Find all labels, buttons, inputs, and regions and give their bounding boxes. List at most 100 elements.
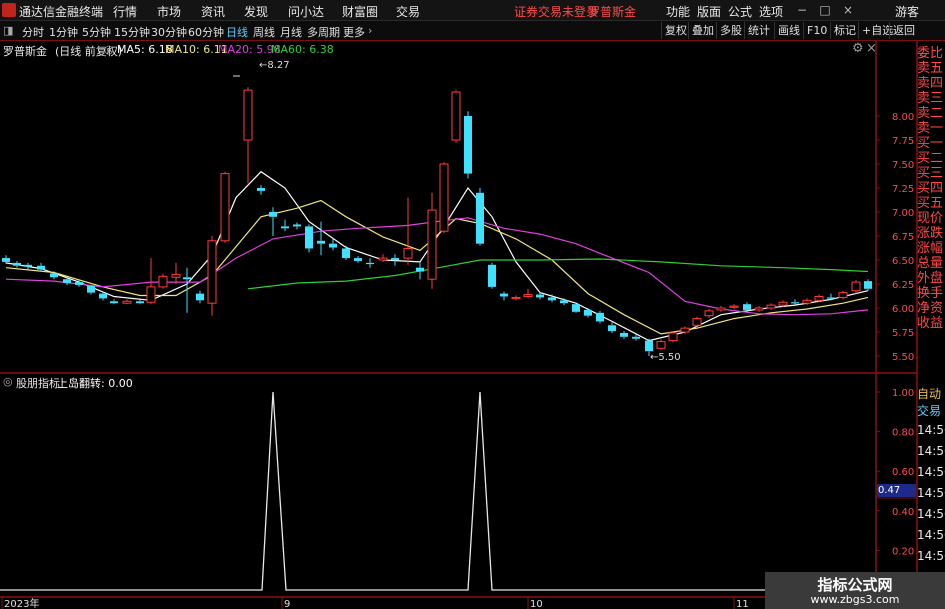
candle[interactable] xyxy=(354,256,362,263)
candle[interactable] xyxy=(24,262,32,270)
watermark-box: 指标公式网 www.zbgs3.com xyxy=(765,572,945,609)
time-axis-label: 9 xyxy=(284,599,290,609)
candle[interactable] xyxy=(596,310,604,324)
indicator-series-value: 0.00 xyxy=(108,377,133,390)
price-tick-label: 5.75 xyxy=(892,328,914,339)
price-tick-label: 7.00 xyxy=(892,208,914,219)
candle[interactable] xyxy=(476,188,484,246)
candle[interactable] xyxy=(146,258,156,305)
time-axis-label: 10 xyxy=(530,599,543,609)
candle[interactable] xyxy=(220,171,230,243)
kline-chart[interactable]: 8.00 7.75 7.50 7.25 7.00 6.75 6.50 6.25 6.00 5.75… xyxy=(0,0,945,609)
tick-time: 14:56 xyxy=(917,507,945,521)
candle[interactable] xyxy=(716,306,726,312)
indicator-series-legend: 上岛翻转: 0.00 xyxy=(57,377,133,390)
candle[interactable] xyxy=(391,254,399,266)
candle[interactable] xyxy=(766,303,776,310)
quote-side-panel: 委比 卖五 卖四 卖三 卖二 卖一 买一 买二 买三 买四 买五 现价 涨跌 涨… xyxy=(917,46,945,331)
candle[interactable] xyxy=(608,322,616,333)
side-item-buy1[interactable]: 买一 xyxy=(917,136,945,151)
indicator-tick-label: 1.00 xyxy=(892,388,914,399)
candle[interactable] xyxy=(523,288,533,299)
indicator-settings-icon[interactable]: ◎ xyxy=(3,375,13,388)
side-item-turnover[interactable]: 换手 xyxy=(917,286,945,301)
low-price-label: ←5.50 xyxy=(650,352,681,363)
tick-time: 14:56 xyxy=(917,465,945,479)
candle[interactable] xyxy=(136,299,144,305)
candle[interactable] xyxy=(158,273,168,289)
candle[interactable] xyxy=(122,299,132,305)
candle[interactable] xyxy=(656,339,666,351)
candle[interactable] xyxy=(2,255,10,264)
indicator-tick-label: 0.20 xyxy=(892,546,914,557)
side-item-sell2[interactable]: 卖二 xyxy=(917,106,945,121)
candle[interactable] xyxy=(416,261,424,280)
side-item-sell1[interactable]: 卖一 xyxy=(917,121,945,136)
candle[interactable] xyxy=(378,254,388,262)
indicator-tick-label: 0.80 xyxy=(892,428,914,439)
candle[interactable] xyxy=(207,236,217,316)
side-item-price[interactable]: 现价 xyxy=(917,211,945,226)
indicator-series-label: 上岛翻转 xyxy=(57,377,101,390)
price-tick-label: 7.50 xyxy=(892,160,914,171)
candle[interactable] xyxy=(464,111,472,179)
candle[interactable] xyxy=(572,302,580,313)
candle[interactable] xyxy=(729,304,739,309)
candle[interactable] xyxy=(451,90,461,143)
candle[interactable] xyxy=(754,306,764,312)
side-item-sell5[interactable]: 卖五 xyxy=(917,61,945,76)
side-item-sell3[interactable]: 卖三 xyxy=(917,91,945,106)
price-tick-label: 6.00 xyxy=(892,304,914,315)
side-item-buy3[interactable]: 买三 xyxy=(917,166,945,181)
tick-time: 14:56 xyxy=(917,549,945,563)
candle[interactable] xyxy=(584,308,592,318)
candle[interactable] xyxy=(13,260,21,268)
candle[interactable] xyxy=(257,185,265,195)
candle[interactable] xyxy=(305,224,313,253)
candle[interactable] xyxy=(243,87,253,184)
candle[interactable] xyxy=(488,262,496,289)
candle[interactable] xyxy=(342,245,350,260)
indicator-name[interactable]: 股朋指标 xyxy=(16,375,60,391)
candle[interactable] xyxy=(87,284,95,295)
candle[interactable] xyxy=(838,290,848,300)
side-item-sell4[interactable]: 卖四 xyxy=(917,76,945,91)
side-item-buy4[interactable]: 买四 xyxy=(917,181,945,196)
indicator-current-value: 0.47 xyxy=(877,484,916,497)
side-item-earnings[interactable]: 收益 xyxy=(917,316,945,331)
candle[interactable] xyxy=(500,291,508,301)
candle[interactable] xyxy=(439,162,449,234)
candle[interactable] xyxy=(668,331,678,343)
side-item-weibi[interactable]: 委比 xyxy=(917,46,945,61)
time-axis-label: 11 xyxy=(736,599,749,609)
candle[interactable] xyxy=(620,331,628,339)
side-item-outer[interactable]: 外盘 xyxy=(917,271,945,286)
side-item-buy5[interactable]: 买五 xyxy=(917,196,945,211)
candle[interactable] xyxy=(427,192,437,289)
time-axis-label: 2023年 xyxy=(4,597,39,609)
candle[interactable] xyxy=(366,258,374,268)
candle[interactable] xyxy=(864,279,872,291)
candle[interactable] xyxy=(403,197,413,265)
candle[interactable] xyxy=(110,299,118,305)
candle[interactable] xyxy=(293,222,301,230)
candle[interactable] xyxy=(851,280,861,294)
side-auto[interactable]: 自动 xyxy=(917,386,945,403)
candle[interactable] xyxy=(269,207,277,236)
side-trade[interactable]: 交易 xyxy=(917,403,945,420)
candle[interactable] xyxy=(196,290,204,304)
watermark-title: 指标公式网 xyxy=(817,576,893,594)
candle[interactable] xyxy=(171,262,181,284)
side-item-change[interactable]: 涨跌 xyxy=(917,226,945,241)
side-item-buy2[interactable]: 买二 xyxy=(917,151,945,166)
tick-time: 14:56 xyxy=(917,423,945,437)
candle[interactable] xyxy=(511,295,521,301)
candle[interactable] xyxy=(692,316,702,328)
side-item-netasset[interactable]: 净资 xyxy=(917,301,945,316)
side-item-pct[interactable]: 涨幅 xyxy=(917,241,945,256)
candle[interactable] xyxy=(317,221,325,256)
candle[interactable] xyxy=(704,308,714,318)
candle[interactable] xyxy=(281,219,289,232)
side-item-volume[interactable]: 总量 xyxy=(917,256,945,271)
price-tick-label: 6.25 xyxy=(892,280,914,291)
